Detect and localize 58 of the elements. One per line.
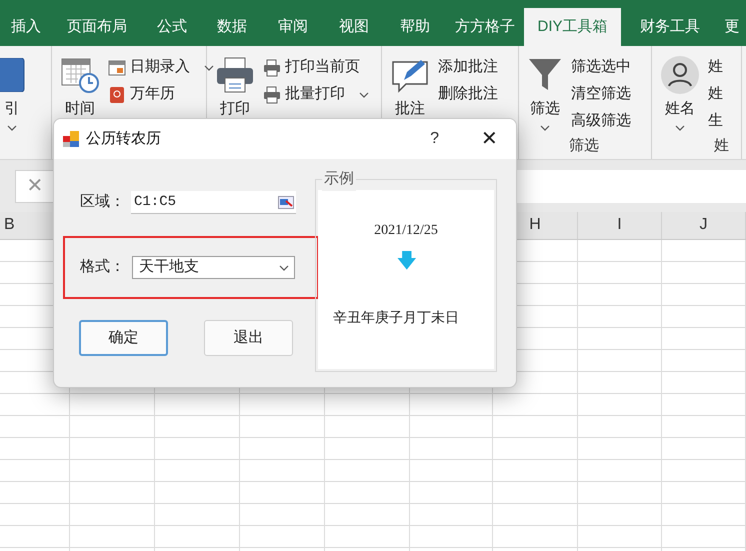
dialog-button[interactable]: 确定 <box>79 320 168 356</box>
calendar-icon <box>108 58 126 76</box>
ribbon-item[interactable]: 姓 <box>708 84 723 105</box>
window-title: 公历转农历 <box>86 128 161 149</box>
field-label: 区域： <box>80 192 126 212</box>
ribbon-tab[interactable]: 视图 <box>324 8 384 46</box>
ribbon-tab[interactable]: 方方格子 <box>446 8 524 46</box>
range-field[interactable]: C1:C5 <box>131 191 296 214</box>
button-label: 引 <box>4 99 20 119</box>
ribbon-item[interactable]: 筛选选中 <box>571 57 631 78</box>
column-header[interactable]: B <box>4 213 15 237</box>
ribbon-tab[interactable]: DIY工具箱 <box>524 8 621 46</box>
printer-icon <box>263 86 281 104</box>
button-label: 筛选 <box>530 99 560 119</box>
help-button[interactable]: ? <box>430 127 439 151</box>
close-button[interactable]: ✕ <box>481 124 498 154</box>
ribbon-tab[interactable]: 页面布局 <box>52 8 142 46</box>
caret-icon <box>359 92 369 98</box>
field-label: 格式： <box>80 257 126 278</box>
down-arrow: 🡇 <box>396 251 418 271</box>
ribbon-item[interactable]: 打印当前页 <box>263 57 369 78</box>
ribbon-item[interactable]: 删除批注 <box>438 84 498 105</box>
column-header[interactable]: H <box>529 213 541 237</box>
ribbon-tab[interactable]: 数据 <box>202 8 262 46</box>
ribbon-item[interactable]: 姓 <box>708 57 723 78</box>
caret-icon <box>279 264 289 270</box>
ribbon-tab[interactable]: 更 <box>719 8 745 46</box>
column-header[interactable]: I <box>617 213 622 237</box>
ribbon-tab[interactable]: 审阅 <box>262 8 324 46</box>
button-label: 批注 <box>395 99 425 119</box>
button-label: 姓名 <box>665 99 695 119</box>
group-label: 姓 <box>714 136 729 156</box>
example-date: 2021/12/25 <box>374 222 438 240</box>
format-dropdown[interactable]: 天干地支 <box>132 256 295 279</box>
ribbon-tab[interactable]: 插入 <box>0 8 52 46</box>
ribbon-tab[interactable]: 财务工具 <box>621 8 719 46</box>
group-label: 筛选 <box>569 136 599 156</box>
ribbon-item[interactable]: 批量打印 <box>263 84 369 105</box>
ribbon-item[interactable]: 日期录入 <box>108 57 214 78</box>
book-icon <box>108 86 126 104</box>
app-icon <box>63 131 80 147</box>
column-header[interactable]: J <box>700 213 708 237</box>
dialog-button[interactable]: 退出 <box>204 320 293 356</box>
ribbon-tab[interactable]: 帮助 <box>384 8 446 46</box>
ribbon-item[interactable]: 万年历 <box>108 84 214 105</box>
ribbon-tab[interactable]: 公式 <box>142 8 202 46</box>
button-label: 时间 <box>65 99 95 119</box>
ribbon-item[interactable]: 高级筛选 <box>571 111 631 132</box>
button-label: 打印 <box>220 99 250 119</box>
ribbon-item[interactable]: 生 <box>708 111 723 132</box>
caret-icon <box>204 64 214 70</box>
ribbon-item[interactable]: 清空筛选 <box>571 84 631 105</box>
example-result: 辛丑年庚子月丁未日 <box>333 308 459 327</box>
person-icon <box>660 54 700 96</box>
range-picker-icon[interactable] <box>278 196 294 208</box>
printer-icon <box>263 58 281 76</box>
group-box-title: 示例 <box>322 168 356 190</box>
ribbon-item[interactable]: 添加批注 <box>438 57 498 78</box>
